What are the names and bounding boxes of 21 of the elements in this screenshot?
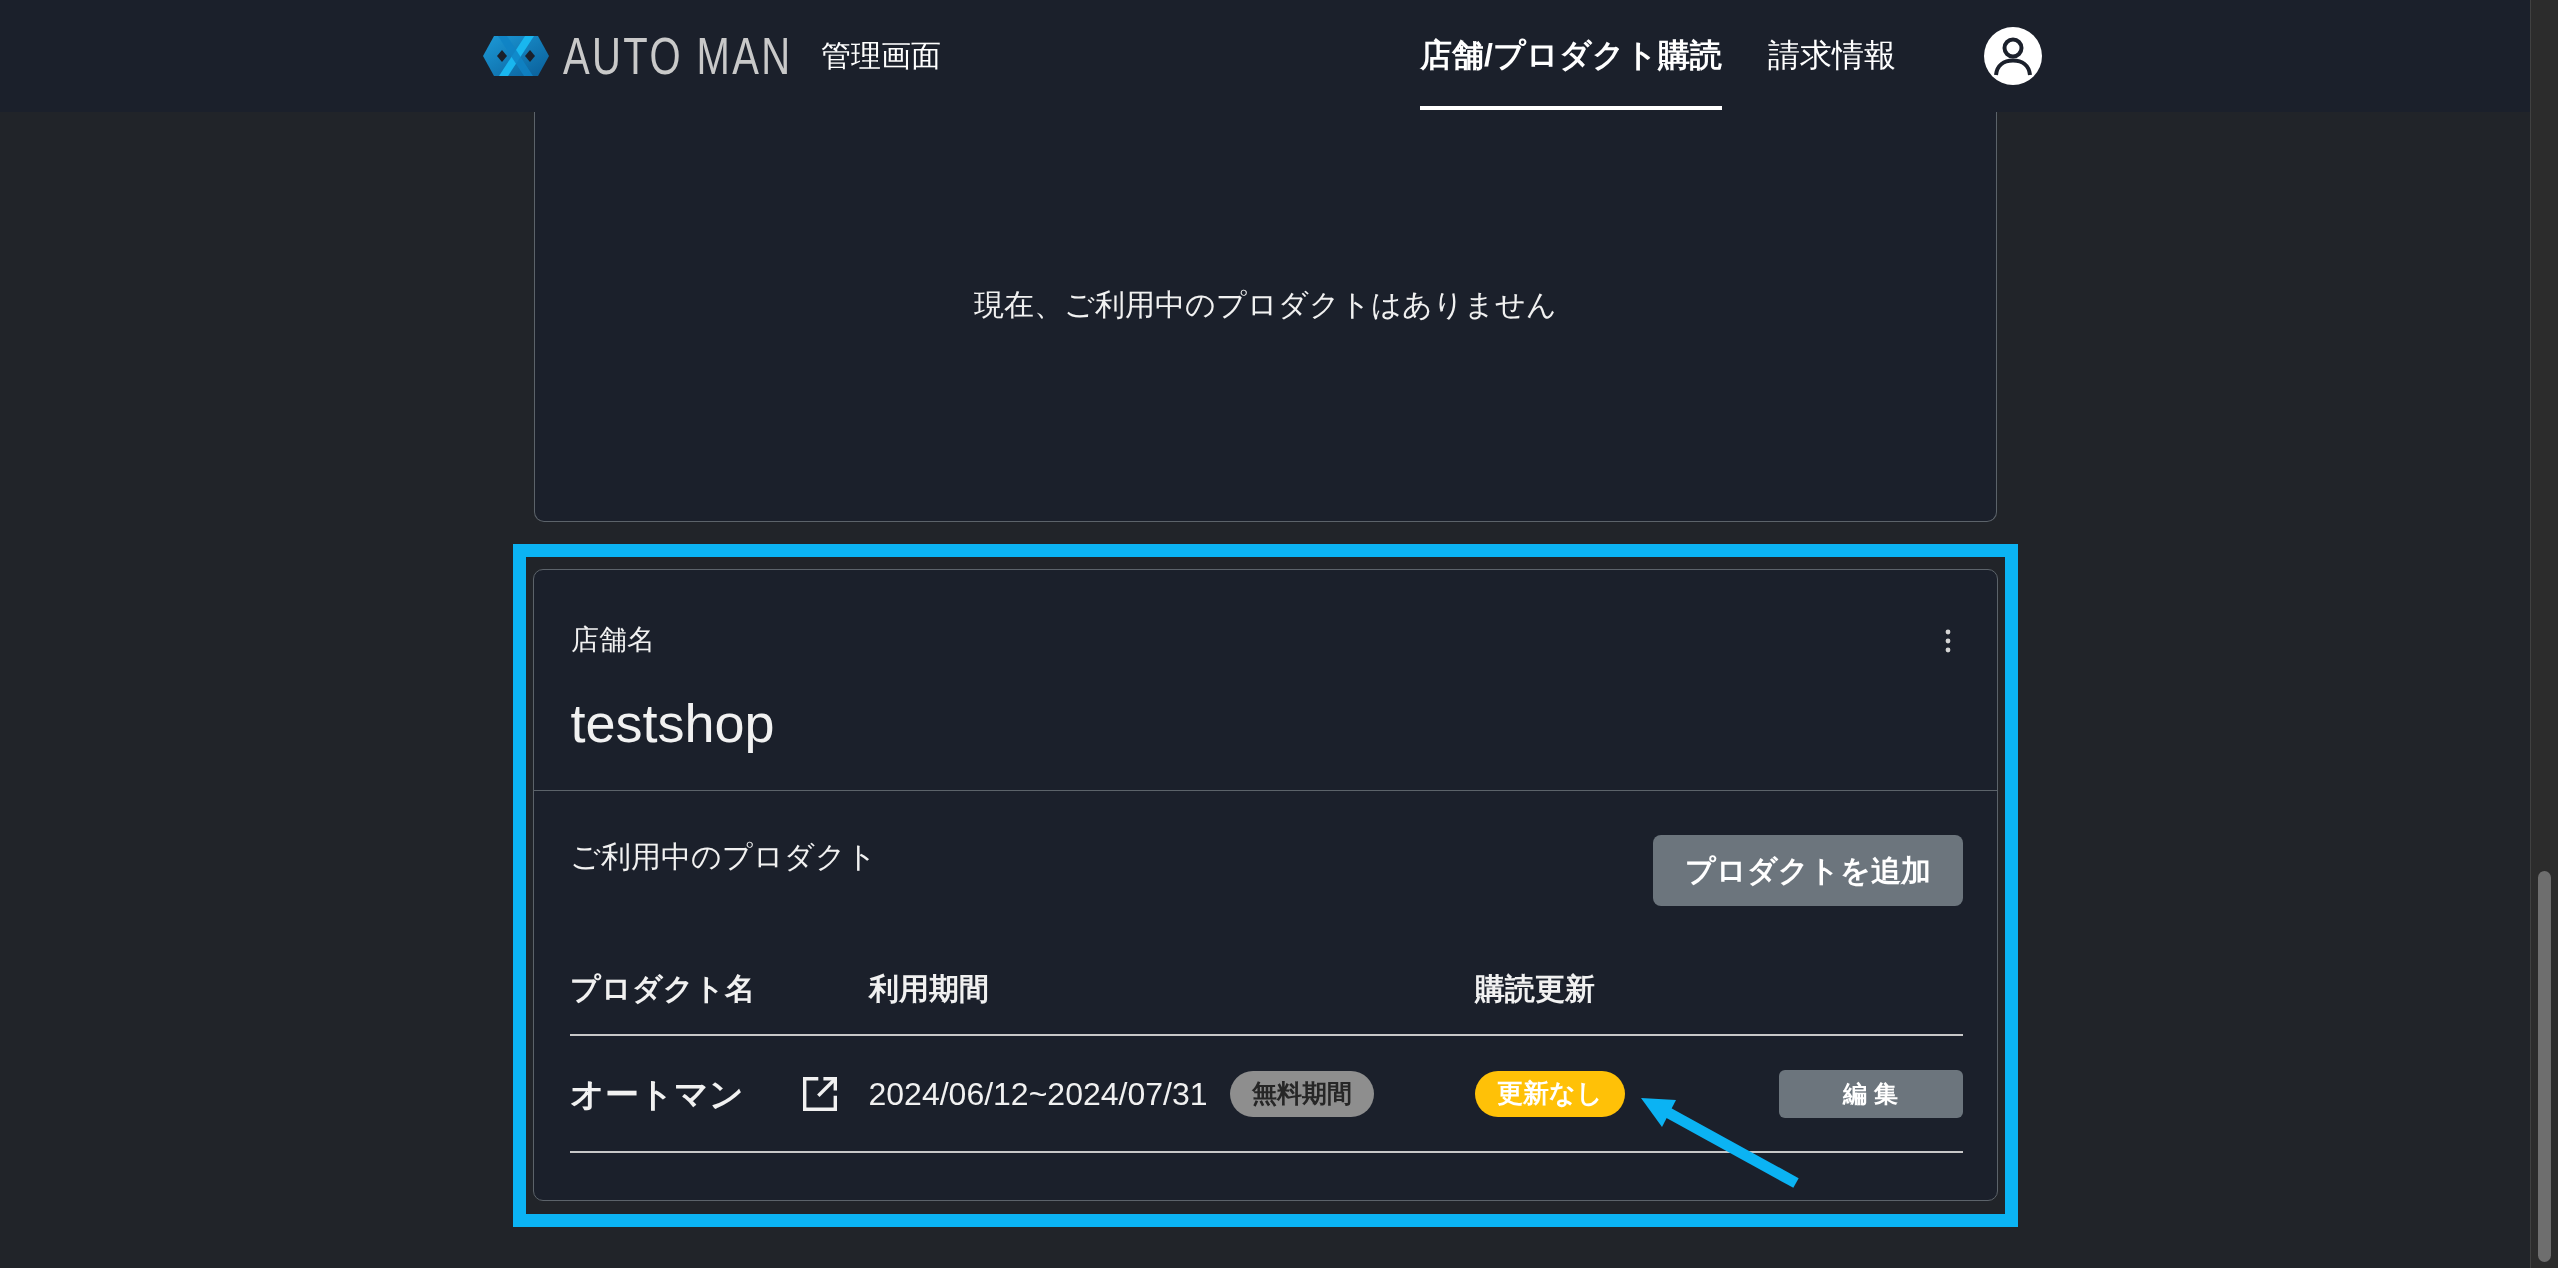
edit-button[interactable]: 編 集 [1778, 1069, 1963, 1118]
external-link-icon[interactable] [802, 1076, 837, 1111]
column-header: プロダクト名 [569, 971, 755, 1007]
scrollbar-thumb[interactable] [2538, 871, 2551, 1262]
logo-text: AUTO MAN [563, 30, 793, 82]
store-name-label: 店舗名 [570, 623, 655, 657]
nav-tab[interactable]: 請求情報 [1768, 0, 1896, 110]
empty-state-message: 現在、ご利用中のプロダクトはありません [973, 287, 1557, 323]
store-name: testshop [570, 692, 775, 755]
add-product-button[interactable]: プロダクトを追加 [1652, 835, 1963, 906]
logo-icon [483, 36, 549, 76]
renewal-status-badge: 更新なし [1474, 1070, 1625, 1117]
admin-subtitle: 管理画面 [820, 38, 941, 74]
free-period-badge: 無料期間 [1229, 1070, 1374, 1117]
product-name: オートマン [569, 1073, 744, 1114]
more-options-icon[interactable] [1944, 629, 1951, 653]
usage-period: 2024/06/12~2024/07/31 [868, 1074, 1208, 1114]
column-header: 利用期間 [868, 971, 989, 1007]
column-header: 購読更新 [1474, 971, 1595, 1007]
products-title: ご利用中のプロダクト [569, 839, 877, 875]
account-icon[interactable] [1984, 27, 2042, 85]
